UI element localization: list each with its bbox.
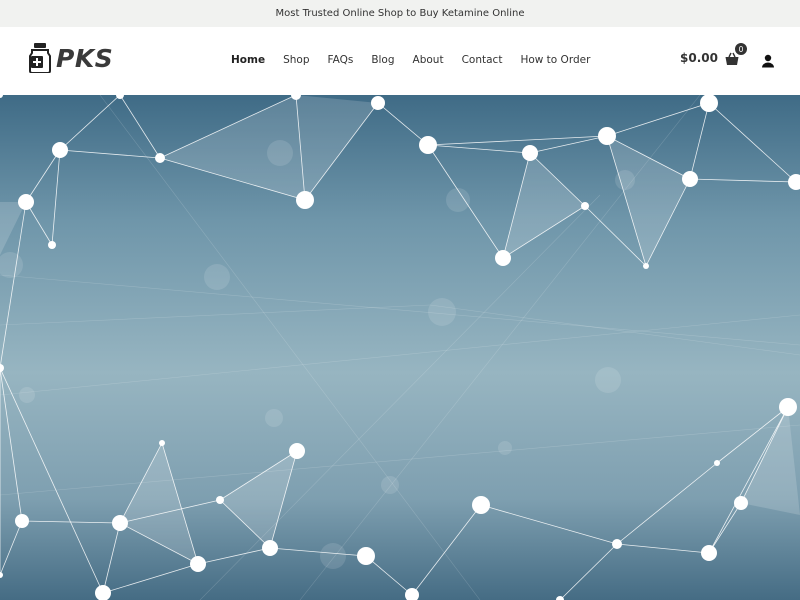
network-node xyxy=(643,263,649,269)
network-node xyxy=(581,202,589,210)
network-node xyxy=(190,556,206,572)
logo-text: PKS xyxy=(56,43,114,73)
network-node xyxy=(779,398,797,416)
cart-button[interactable]: $0.00 0 xyxy=(680,42,748,65)
network-node xyxy=(682,171,698,187)
network-node xyxy=(289,443,305,459)
nav-item-about[interactable]: About xyxy=(413,54,444,66)
network-node xyxy=(296,191,314,209)
network-node xyxy=(262,540,278,556)
site-header: PKS Home Shop FAQs Blog About Contact Ho… xyxy=(0,27,800,95)
network-node xyxy=(52,142,68,158)
network-node xyxy=(371,96,385,110)
nav-item-faqs[interactable]: FAQs xyxy=(328,54,354,66)
network-node xyxy=(495,250,511,266)
network-node xyxy=(155,153,165,163)
user-icon[interactable] xyxy=(761,53,775,68)
network-node xyxy=(598,127,616,145)
medicine-bottle-icon xyxy=(29,43,51,73)
network-background xyxy=(0,95,800,600)
network-node xyxy=(48,241,56,249)
network-node xyxy=(419,136,437,154)
network-node xyxy=(216,496,224,504)
network-node xyxy=(15,514,29,528)
network-node xyxy=(472,496,490,514)
nav-item-blog[interactable]: Blog xyxy=(371,54,394,66)
nav-item-home[interactable]: Home xyxy=(231,54,265,66)
site-logo[interactable]: PKS xyxy=(28,43,113,73)
network-node xyxy=(112,515,128,531)
announcement-bar: Most Trusted Online Shop to Buy Ketamine… xyxy=(0,0,800,27)
network-node xyxy=(18,194,34,210)
network-node xyxy=(522,145,538,161)
nav-item-how-to-order[interactable]: How to Order xyxy=(520,54,590,66)
main-nav: Home Shop FAQs Blog About Contact How to… xyxy=(231,54,608,66)
shopping-basket-icon: 0 xyxy=(725,42,748,65)
network-node xyxy=(357,547,375,565)
announcement-text: Most Trusted Online Shop to Buy Ketamine… xyxy=(275,8,525,19)
network-node xyxy=(701,545,717,561)
nav-item-shop[interactable]: Shop xyxy=(283,54,309,66)
cart-count-badge: 0 xyxy=(733,42,748,56)
network-node xyxy=(159,440,165,446)
hero-banner xyxy=(0,95,800,600)
cart-amount: $0.00 xyxy=(680,51,718,65)
network-node xyxy=(612,539,622,549)
nav-item-contact[interactable]: Contact xyxy=(462,54,503,66)
network-node xyxy=(734,496,748,510)
network-node xyxy=(714,460,720,466)
